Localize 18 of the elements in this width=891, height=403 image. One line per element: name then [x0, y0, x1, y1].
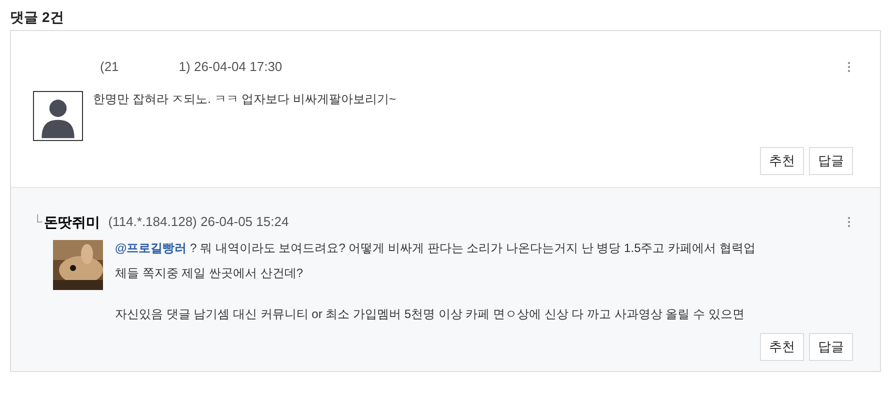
ip-prefix: (21 — [100, 58, 119, 76]
comment-text: 자신있음 댓글 남기셈 대신 커뮤니티 or 최소 가입멤버 5천명 이상 카페 면ㅇ상에 신상 다 까고 사과영상 올릴 수 있으면 — [115, 306, 746, 323]
comment-meta: (114.*.184.128) 26-04-05 15:24 — [108, 213, 289, 232]
comment-meta: 1) 26-04-04 17:30 — [178, 58, 282, 76]
recommend-button[interactable]: 추천 — [760, 333, 804, 361]
reply-button[interactable]: 답글 — [809, 333, 853, 361]
recommend-button[interactable]: 추천 — [760, 147, 804, 175]
comments-heading: 댓글 — [10, 8, 38, 26]
reply-button[interactable]: 답글 — [809, 147, 853, 175]
avatar-icon — [33, 91, 83, 141]
reply-marker: └ — [33, 213, 42, 232]
more-options-icon[interactable] — [846, 215, 852, 229]
author-name: 돈땃쥐미 — [44, 212, 100, 232]
comment-text: @프로길빵러 ? 뭐 내역이라도 보여드려요? 어떻게 비싸게 판다는 소리가 나온다는거지 난 병당 1.5주고 카페에서 협력업체들 쪽지중 제일 싼곳에서 산건데? — [115, 240, 756, 282]
comment-count: 2건 — [42, 8, 64, 26]
mention-link[interactable]: @프로길빵러 — [115, 241, 187, 255]
more-options-icon[interactable] — [846, 60, 852, 74]
comment-text: 한명만 잡혀라 ㅈ되노. ㅋㅋ 업자보다 비싸게팔아보리기~ — [93, 91, 398, 108]
